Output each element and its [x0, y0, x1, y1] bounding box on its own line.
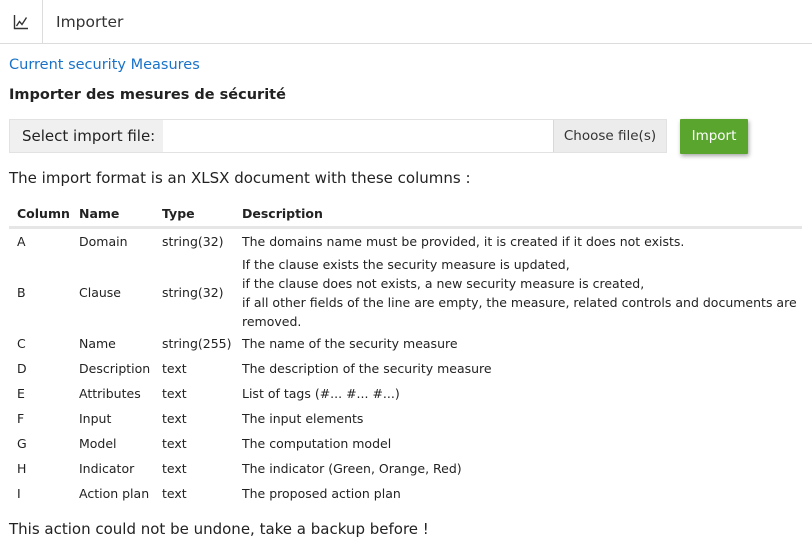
description-line: If the clause exists the security measur… — [242, 256, 570, 272]
cell-name: Description — [79, 360, 151, 376]
cell-description: The description of the security measure — [242, 360, 492, 376]
columns-table: Column Name Type Description A Domain st… — [9, 203, 802, 506]
cell-description: The computation model — [242, 435, 392, 451]
file-input[interactable] — [163, 120, 553, 152]
header-type: Type — [162, 203, 242, 229]
cell-name: Domain — [79, 234, 128, 250]
table-row: E Attributes text List of tags (#... #..… — [9, 381, 802, 406]
cell-type: string(255) — [162, 335, 232, 351]
table-row: F Input text The input elements — [9, 406, 802, 431]
cell-type: string(32) — [162, 234, 224, 250]
cell-column: E — [17, 385, 25, 401]
intro-text: The import format is an XLSX document wi… — [9, 169, 471, 187]
cell-type: text — [162, 385, 187, 401]
cell-type: text — [162, 460, 187, 476]
cell-description: The name of the security measure — [242, 335, 458, 351]
footer-warning: This action could not be undone, take a … — [9, 519, 429, 538]
table-row: A Domain string(32) The domains name mus… — [9, 228, 802, 255]
breadcrumb-link[interactable]: Current security Measures — [9, 56, 803, 74]
cell-type: text — [162, 360, 187, 376]
header-name: Name — [79, 203, 162, 229]
cell-description: List of tags (#... #... #...) — [242, 385, 400, 401]
cell-column: C — [17, 335, 26, 351]
cell-column: D — [17, 360, 27, 376]
cell-type: string(32) — [162, 285, 224, 300]
app-title: Importer — [56, 12, 124, 31]
cell-name: Indicator — [79, 460, 135, 476]
cell-name: Action plan — [79, 485, 150, 501]
cell-column: G — [17, 435, 27, 451]
cell-name: Clause — [79, 285, 121, 300]
file-input-group: Select import file: Choose file(s) — [9, 119, 667, 153]
main-content: Current security Measures Importer des m… — [0, 56, 812, 538]
import-button[interactable]: Import — [680, 118, 748, 154]
cell-column: I — [17, 485, 21, 501]
table-row: G Model text The computation model — [9, 431, 802, 456]
description-line: if all other fields of the line are empt… — [242, 294, 797, 329]
cell-type: text — [162, 410, 187, 426]
cell-type: text — [162, 485, 187, 501]
cell-description: The proposed action plan — [242, 485, 401, 501]
chart-line-icon[interactable] — [0, 0, 43, 43]
cell-column: A — [17, 234, 26, 250]
page-title: Importer des mesures de sécurité — [9, 87, 286, 103]
cell-description: The input elements — [242, 410, 364, 426]
cell-column: B — [17, 285, 26, 300]
cell-type: text — [162, 435, 187, 451]
description-line: if the clause does not exists, a new sec… — [242, 275, 645, 291]
cell-column: F — [17, 410, 25, 426]
file-label: Select import file: — [10, 120, 163, 152]
cell-name: Model — [79, 435, 117, 451]
cell-description: If the clause exists the security measur… — [242, 255, 802, 331]
table-row: H Indicator text The indicator (Green, O… — [9, 456, 802, 481]
cell-description: The indicator (Green, Orange, Red) — [242, 460, 462, 476]
table-row: C Name string(255) The name of the secur… — [9, 331, 802, 356]
cell-name: Attributes — [79, 385, 141, 401]
table-row: I Action plan text The proposed action p… — [9, 481, 802, 506]
cell-name: Input — [79, 410, 112, 426]
table-row: B Clause string(32) If the clause exists… — [9, 255, 802, 331]
table-header-row: Column Name Type Description — [9, 203, 802, 229]
header-description: Description — [242, 203, 802, 229]
top-bar: Importer — [0, 0, 812, 44]
header-column: Column — [9, 203, 79, 229]
import-form: Select import file: Choose file(s) Impor… — [9, 118, 803, 154]
cell-description: The domains name must be provided, it is… — [242, 234, 685, 250]
cell-name: Name — [79, 335, 116, 351]
table-row: D Description text The description of th… — [9, 356, 802, 381]
cell-column: H — [17, 460, 27, 476]
choose-file-button[interactable]: Choose file(s) — [553, 120, 666, 152]
